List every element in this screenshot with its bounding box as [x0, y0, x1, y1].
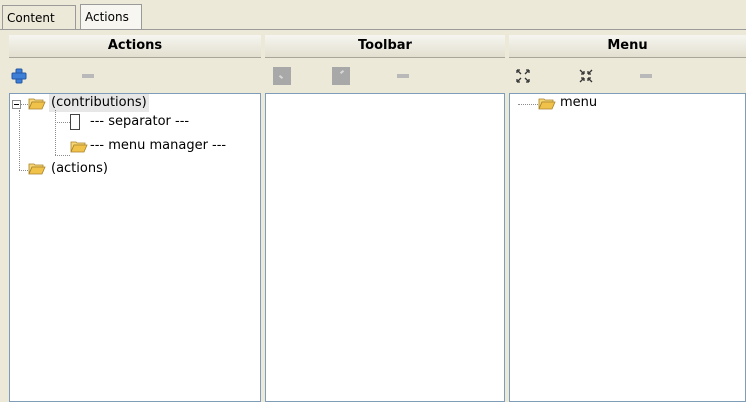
- tree-node-menu-manager[interactable]: --- menu manager ---: [90, 137, 226, 155]
- move-down-button[interactable]: [273, 67, 291, 85]
- folder-open-icon: [28, 163, 46, 175]
- folder-open-icon: [538, 98, 556, 110]
- menu-toolbar: [509, 58, 746, 93]
- toolbar-toolbar: [265, 58, 505, 93]
- toolbar-panel-header: Toolbar: [265, 35, 505, 58]
- arrow-up-icon: [339, 69, 345, 75]
- remove-menu-button[interactable]: [637, 68, 655, 84]
- arrow-down-icon: [278, 74, 284, 80]
- tree-line: [55, 110, 56, 155]
- tree-node-label: (contributions): [51, 95, 147, 110]
- collapse-toggle[interactable]: [12, 100, 21, 109]
- tab-bar: Content Actions: [0, 0, 746, 33]
- tree-line: [518, 104, 538, 105]
- tree-line: [55, 122, 70, 123]
- tree-line: [19, 110, 20, 170]
- tree-node-actions[interactable]: (actions): [51, 160, 108, 178]
- menu-tree[interactable]: menu: [509, 93, 746, 402]
- tab-content-label: Content: [7, 11, 55, 25]
- tree-line: [55, 155, 70, 156]
- tree-node-label: --- menu manager ---: [90, 138, 227, 153]
- tree-node-contributions[interactable]: (contributions): [49, 94, 149, 112]
- menu-panel: Menu menu: [509, 35, 746, 402]
- collapse-all-icon: [579, 69, 593, 83]
- menu-panel-header: Menu: [509, 35, 746, 58]
- remove-toolbar-button[interactable]: [394, 68, 412, 84]
- minus-icon: [397, 74, 409, 78]
- actions-panel-title: Actions: [107, 38, 163, 53]
- actions-tree[interactable]: (contributions) --- separator --- --- me…: [9, 93, 261, 402]
- tree-node-separator[interactable]: --- separator ---: [90, 113, 189, 131]
- tab-content[interactable]: Content: [2, 5, 76, 29]
- collapse-all-button[interactable]: [578, 68, 596, 84]
- expand-all-button[interactable]: [515, 68, 533, 84]
- actions-toolbar: [9, 58, 261, 93]
- actions-panel-header: Actions: [9, 35, 261, 58]
- tree-node-label: --- separator ---: [90, 114, 190, 129]
- tree-line: [21, 104, 28, 105]
- tab-actions-label: Actions: [85, 10, 129, 24]
- separator-icon: [70, 114, 80, 130]
- toolbar-panel-title: Toolbar: [358, 38, 412, 53]
- toolbar-tree[interactable]: [265, 93, 505, 402]
- actions-panel: Actions (contributions) --- separator --…: [9, 35, 261, 402]
- tree-node-label: (actions): [51, 161, 108, 176]
- folder-open-icon: [28, 98, 46, 110]
- tree-node-menu[interactable]: menu: [560, 94, 597, 112]
- minus-icon: [640, 74, 652, 78]
- minus-icon: [82, 74, 94, 78]
- tree-node-label: menu: [560, 95, 598, 110]
- tab-divider: [0, 29, 746, 30]
- plus-icon: [11, 68, 27, 84]
- menu-panel-title: Menu: [607, 38, 648, 53]
- tab-actions[interactable]: Actions: [80, 4, 142, 30]
- tree-line: [19, 170, 28, 171]
- expand-all-icon: [516, 69, 530, 83]
- move-up-button[interactable]: [332, 67, 350, 85]
- remove-action-button[interactable]: [79, 68, 97, 84]
- folder-open-icon: [70, 141, 88, 153]
- toolbar-panel: Toolbar: [265, 35, 505, 402]
- add-button[interactable]: [11, 68, 29, 84]
